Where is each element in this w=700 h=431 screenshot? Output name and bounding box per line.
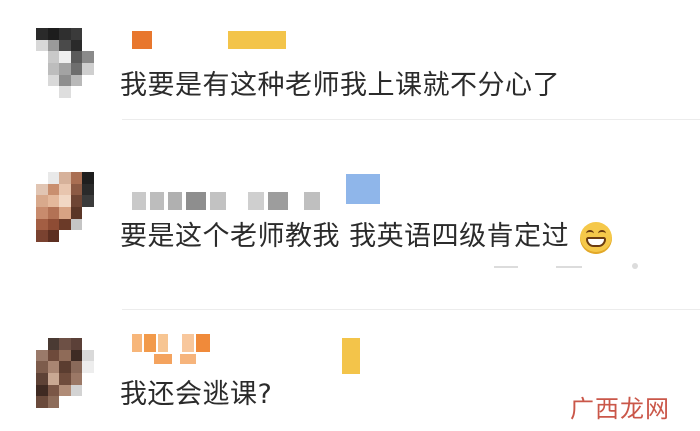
avatar[interactable] xyxy=(36,28,94,98)
avatar[interactable] xyxy=(36,338,94,408)
grinning-face-icon xyxy=(580,221,613,254)
comment-text: 要是这个老师教我 我英语四级肯定过 xyxy=(120,214,613,254)
username-redacted[interactable] xyxy=(132,174,382,210)
comment-item: 我要是有这种老师我上课就不分心了 xyxy=(0,0,700,120)
comment-text: 我还会逃课? xyxy=(120,379,273,410)
avatar[interactable] xyxy=(36,172,94,242)
divider xyxy=(122,119,700,120)
comment-text-content: 要是这个老师教我 我英语四级肯定过 xyxy=(120,221,570,252)
action-bar-faded xyxy=(632,263,638,269)
comment-text: 我要是有这种老师我上课就不分心了 xyxy=(120,70,560,101)
divider xyxy=(122,309,700,310)
comment-item: 要是这个老师教我 我英语四级肯定过 xyxy=(0,150,700,310)
username-redacted[interactable] xyxy=(132,31,292,49)
username-redacted[interactable] xyxy=(132,334,372,374)
action-bar-faded xyxy=(556,266,582,268)
watermark: 广西龙网 xyxy=(570,395,670,423)
action-bar-faded xyxy=(494,266,518,268)
